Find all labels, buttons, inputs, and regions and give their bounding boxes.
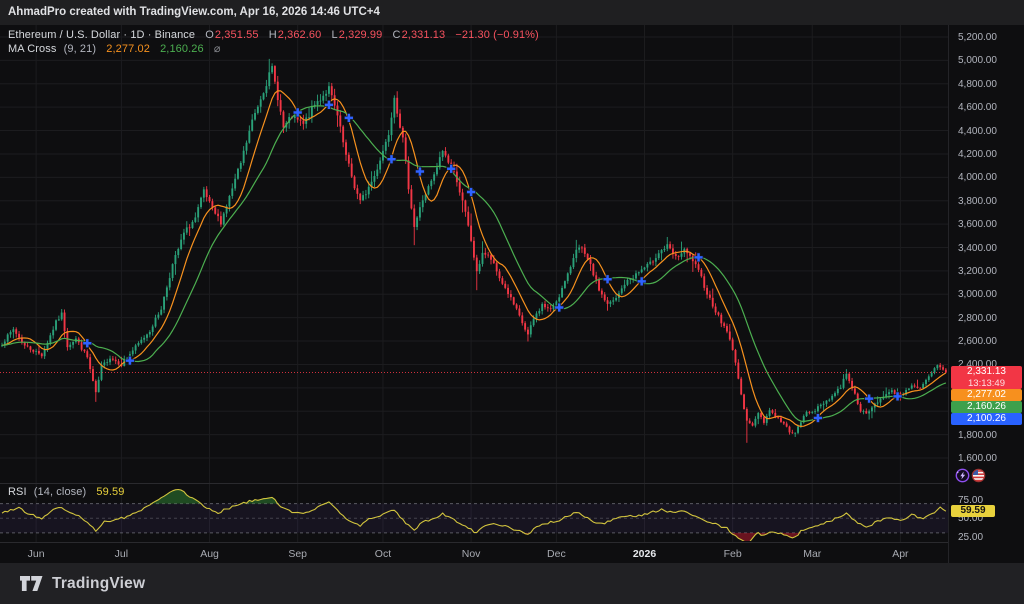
price-tick-label: 2,800.00 bbox=[958, 313, 997, 324]
time-axis-label-2026: 2026 bbox=[623, 548, 667, 560]
time-axis-label-Apr: Apr bbox=[878, 548, 922, 560]
symbol-title[interactable]: Ethereum / U.S. Dollar · 1D · Binance bbox=[8, 29, 195, 41]
time-axis-label-Nov: Nov bbox=[449, 548, 493, 560]
rsi-legend: RSI (14, close) 59.59 bbox=[8, 486, 124, 498]
open-value: 2,351.55 bbox=[215, 29, 259, 41]
ma-fast-price-label: 2,277.02 bbox=[951, 389, 1022, 401]
ma-cross-legend: MA Cross (9, 21) 2,277.02 2,160.26 ⌀ bbox=[8, 42, 221, 55]
ma-fast-value: 2,277.02 bbox=[106, 43, 150, 55]
countdown-timer: 13:13:49 bbox=[951, 378, 1022, 389]
price-chart-canvas[interactable] bbox=[0, 25, 948, 563]
change-value: −21.30 (−0.91%) bbox=[455, 29, 538, 41]
price-axis[interactable]: 5,200.00 5,000.00 4,800.00 4,600.00 4,400.00… bbox=[948, 25, 1024, 563]
time-axis-label-Sep: Sep bbox=[276, 548, 320, 560]
ma-slow-value: 2,160.26 bbox=[160, 43, 204, 55]
open-label: O bbox=[205, 29, 214, 41]
time-axis-label-Feb: Feb bbox=[711, 548, 755, 560]
price-tick-label: 2,600.00 bbox=[958, 336, 997, 347]
price-tick-label: 5,200.00 bbox=[958, 32, 997, 43]
rsi-value: 59.59 bbox=[96, 486, 124, 498]
ma-cross-params: (9, 21) bbox=[64, 43, 97, 55]
chart-region[interactable]: Ethereum / U.S. Dollar · 1D · Binance O2… bbox=[0, 25, 1024, 563]
level-price-label: 2,100.26 bbox=[951, 413, 1022, 425]
grid-lines bbox=[0, 25, 948, 543]
price-tick-label: 1,800.00 bbox=[958, 430, 997, 441]
usd-flag-icon[interactable] bbox=[971, 468, 986, 483]
time-axis-label-Aug: Aug bbox=[188, 548, 232, 560]
time-axis-label-Dec: Dec bbox=[534, 548, 578, 560]
main-legend: Ethereum / U.S. Dollar · 1D · Binance O2… bbox=[8, 29, 539, 41]
rsi-tick-label: 25.00 bbox=[958, 532, 983, 543]
time-axis-label-Jun: Jun bbox=[14, 548, 58, 560]
legend-more-icon[interactable]: ⌀ bbox=[214, 43, 221, 55]
ma-cross-markers bbox=[83, 100, 902, 422]
high-value: 2,362.60 bbox=[278, 29, 322, 41]
attribution-bar: AhmadPro created with TradingView.com, A… bbox=[0, 0, 1024, 25]
attribution-text: AhmadPro created with TradingView.com, A… bbox=[8, 6, 380, 18]
rsi-title[interactable]: RSI bbox=[8, 486, 27, 498]
scale-corner-icons bbox=[955, 468, 986, 483]
brand-name: TradingView bbox=[52, 575, 145, 593]
ma-cross-title[interactable]: MA Cross bbox=[8, 43, 56, 55]
ma-slow-price-label: 2,160.26 bbox=[951, 401, 1022, 413]
price-tick-label: 5,000.00 bbox=[958, 55, 997, 66]
rsi-params: (14, close) bbox=[34, 486, 86, 498]
price-tick-label: 3,600.00 bbox=[958, 219, 997, 230]
low-label: L bbox=[332, 29, 338, 41]
tradingview-logo-icon bbox=[20, 575, 43, 592]
close-label: C bbox=[393, 29, 401, 41]
time-axis-label-Jul: Jul bbox=[99, 548, 143, 560]
price-tick-label: 4,400.00 bbox=[958, 126, 997, 137]
rsi-value-label: 59.59 bbox=[951, 505, 995, 517]
close-value: 2,331.13 bbox=[402, 29, 446, 41]
low-value: 2,329.99 bbox=[339, 29, 383, 41]
ma-slow-line bbox=[2, 106, 946, 422]
last-price-label: 2,331.1313:13:49 bbox=[951, 366, 1022, 389]
boost-icon[interactable] bbox=[955, 468, 970, 483]
price-tick-label: 4,600.00 bbox=[958, 102, 997, 113]
price-tick-label: 1,600.00 bbox=[958, 453, 997, 464]
price-tick-label: 4,800.00 bbox=[958, 79, 997, 90]
candlesticks bbox=[1, 59, 947, 443]
price-tick-label: 3,200.00 bbox=[958, 266, 997, 277]
price-tick-label: 3,000.00 bbox=[958, 289, 997, 300]
high-label: H bbox=[269, 29, 277, 41]
brand-bar: TradingView bbox=[0, 563, 1024, 604]
price-tick-label: 3,400.00 bbox=[958, 243, 997, 254]
price-tick-label: 4,200.00 bbox=[958, 149, 997, 160]
time-axis-label-Mar: Mar bbox=[790, 548, 834, 560]
price-tick-label: 4,000.00 bbox=[958, 172, 997, 183]
time-axis-label-Oct: Oct bbox=[361, 548, 405, 560]
price-tick-label: 3,800.00 bbox=[958, 196, 997, 207]
